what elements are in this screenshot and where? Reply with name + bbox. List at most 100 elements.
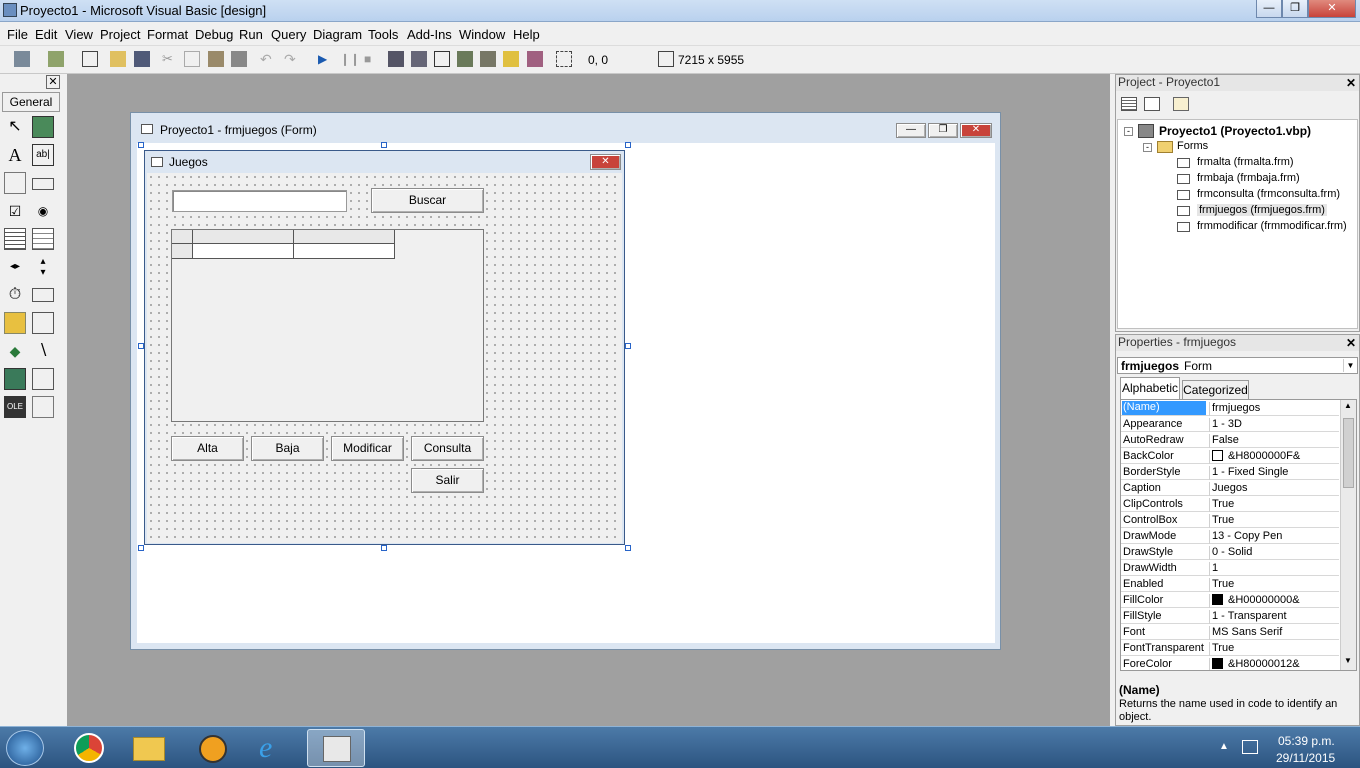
property-value[interactable]: 0 - Solid: [1209, 546, 1252, 560]
property-row[interactable]: ForeColor &H80000012&: [1121, 656, 1339, 670]
menu-window[interactable]: Window: [459, 27, 505, 42]
grid-cell[interactable]: [294, 244, 395, 259]
vscrollbar-icon[interactable]: ▴ ▾: [32, 256, 54, 278]
search-input[interactable]: [172, 190, 347, 212]
taskbar-explorer[interactable]: [120, 729, 178, 767]
buscar-button[interactable]: Buscar: [371, 188, 484, 213]
property-row[interactable]: AutoRedraw False: [1121, 432, 1339, 448]
scroll-up-icon[interactable]: ▲: [1344, 401, 1352, 410]
designer-minimize-button[interactable]: —: [896, 123, 926, 138]
paste-icon[interactable]: [208, 51, 224, 67]
property-row[interactable]: BackColor &H8000000F&: [1121, 448, 1339, 464]
taskbar-vb6[interactable]: [307, 729, 365, 767]
property-scrollbar[interactable]: ▲ ▼: [1340, 400, 1356, 670]
clock-time[interactable]: 05:39 p.m.: [1278, 734, 1335, 748]
property-row[interactable]: DrawStyle 0 - Solid: [1121, 544, 1339, 560]
property-row[interactable]: Caption Juegos: [1121, 480, 1339, 496]
property-value[interactable]: &H8000000F&: [1209, 450, 1300, 464]
menu-run[interactable]: Run: [239, 27, 263, 42]
add-project-icon[interactable]: [14, 51, 30, 67]
tree-item-frmjuegos[interactable]: frmjuegos (frmjuegos.frm): [1197, 204, 1327, 216]
combobox-icon[interactable]: [4, 228, 26, 250]
tree-item-frmmodificar[interactable]: frmmodificar (frmmodificar.frm): [1197, 220, 1347, 232]
ole-icon[interactable]: OLE: [4, 396, 26, 418]
timer-icon[interactable]: ⏱: [4, 284, 26, 306]
property-row[interactable]: FillColor &H00000000&: [1121, 592, 1339, 608]
toolbox-tab-general[interactable]: General: [2, 92, 60, 112]
properties-window-icon[interactable]: [411, 51, 427, 67]
menu-debug[interactable]: Debug: [195, 27, 233, 42]
forms-folder[interactable]: Forms: [1177, 140, 1208, 152]
data-icon[interactable]: [32, 368, 54, 390]
restore-button[interactable]: ❐: [1282, 0, 1308, 18]
textbox-icon[interactable]: ab|: [32, 144, 54, 166]
data-view-icon[interactable]: [503, 51, 519, 67]
start-button[interactable]: [6, 730, 44, 766]
property-row[interactable]: DrawWidth 1: [1121, 560, 1339, 576]
network-icon[interactable]: [1242, 740, 1258, 754]
property-row[interactable]: BorderStyle 1 - Fixed Single: [1121, 464, 1339, 480]
form-close-button[interactable]: ✕: [590, 154, 621, 170]
toolbox-icon[interactable]: [480, 51, 496, 67]
menu-editor-icon[interactable]: [82, 51, 98, 67]
listbox-icon[interactable]: [32, 228, 54, 250]
shape-icon[interactable]: ◆: [4, 340, 26, 362]
property-value[interactable]: 1: [1209, 562, 1218, 576]
resize-handle-s[interactable]: [381, 545, 387, 551]
property-value[interactable]: True: [1209, 642, 1234, 656]
line-icon[interactable]: ∖: [32, 340, 54, 362]
menu-file[interactable]: File: [7, 27, 28, 42]
menu-add-ins[interactable]: Add-Ins: [407, 27, 452, 42]
project-explorer-icon[interactable]: [388, 51, 404, 67]
taskbar-ie[interactable]: e: [245, 729, 303, 767]
resize-handle-nw[interactable]: [138, 142, 144, 148]
resize-handle-w[interactable]: [138, 343, 144, 349]
filelistbox-icon[interactable]: [32, 312, 54, 334]
baja-button[interactable]: Baja: [251, 436, 324, 461]
property-value[interactable]: frmjuegos: [1209, 402, 1260, 416]
designer-close-button[interactable]: ✕: [960, 123, 992, 138]
toggle-folders-icon[interactable]: [1173, 97, 1189, 111]
picturebox-icon[interactable]: [32, 116, 54, 138]
resize-handle-sw[interactable]: [138, 545, 144, 551]
property-value[interactable]: True: [1209, 498, 1234, 512]
start-icon[interactable]: ▶: [318, 51, 334, 67]
scroll-thumb[interactable]: [1343, 418, 1354, 488]
property-row[interactable]: FillStyle 1 - Transparent: [1121, 608, 1339, 624]
property-row[interactable]: (Name) frmjuegos: [1121, 400, 1339, 416]
copy-icon[interactable]: [184, 51, 200, 67]
optionbutton-icon[interactable]: ◉: [32, 200, 54, 222]
salir-button[interactable]: Salir: [411, 468, 484, 493]
menu-help[interactable]: Help: [513, 27, 540, 42]
grid-cell[interactable]: [193, 244, 294, 259]
resize-handle-e[interactable]: [625, 343, 631, 349]
show-hidden-icons[interactable]: ▲: [1219, 741, 1229, 752]
break-icon[interactable]: ❙❙: [340, 51, 360, 67]
view-object-icon[interactable]: [1144, 97, 1160, 111]
add-form-icon[interactable]: [48, 51, 64, 67]
menu-tools[interactable]: Tools: [368, 27, 398, 42]
clock-date[interactable]: 29/11/2015: [1276, 751, 1335, 765]
image-icon[interactable]: [4, 368, 26, 390]
menu-format[interactable]: Format: [147, 27, 188, 42]
open-project-icon[interactable]: [110, 51, 126, 67]
properties-close-icon[interactable]: ✕: [1344, 336, 1358, 350]
property-row[interactable]: ControlBox True: [1121, 512, 1339, 528]
property-value[interactable]: False: [1209, 434, 1239, 448]
scroll-down-icon[interactable]: ▼: [1344, 656, 1352, 665]
view-code-icon[interactable]: [1121, 97, 1137, 111]
toolbox-close-icon[interactable]: ✕: [46, 75, 60, 89]
tree-collapse-icon[interactable]: -: [1124, 127, 1133, 136]
project-root[interactable]: Proyecto1 (Proyecto1.vbp): [1159, 124, 1311, 138]
undo-icon[interactable]: ↶: [260, 51, 276, 67]
tree-item-frmbaja[interactable]: frmbaja (frmbaja.frm): [1197, 172, 1300, 184]
tree-item-frmconsulta[interactable]: frmconsulta (frmconsulta.frm): [1197, 188, 1340, 200]
tab-alphabetic[interactable]: Alphabetic: [1120, 377, 1180, 399]
close-button[interactable]: ✕: [1308, 0, 1356, 18]
property-value[interactable]: 1 - Fixed Single: [1209, 466, 1288, 480]
property-value[interactable]: MS Sans Serif: [1209, 626, 1282, 640]
minimize-button[interactable]: —: [1256, 0, 1282, 18]
redo-icon[interactable]: ↷: [284, 51, 300, 67]
label-icon[interactable]: A: [4, 144, 26, 166]
object-selector[interactable]: frmjuegos Form ▼: [1117, 357, 1358, 374]
